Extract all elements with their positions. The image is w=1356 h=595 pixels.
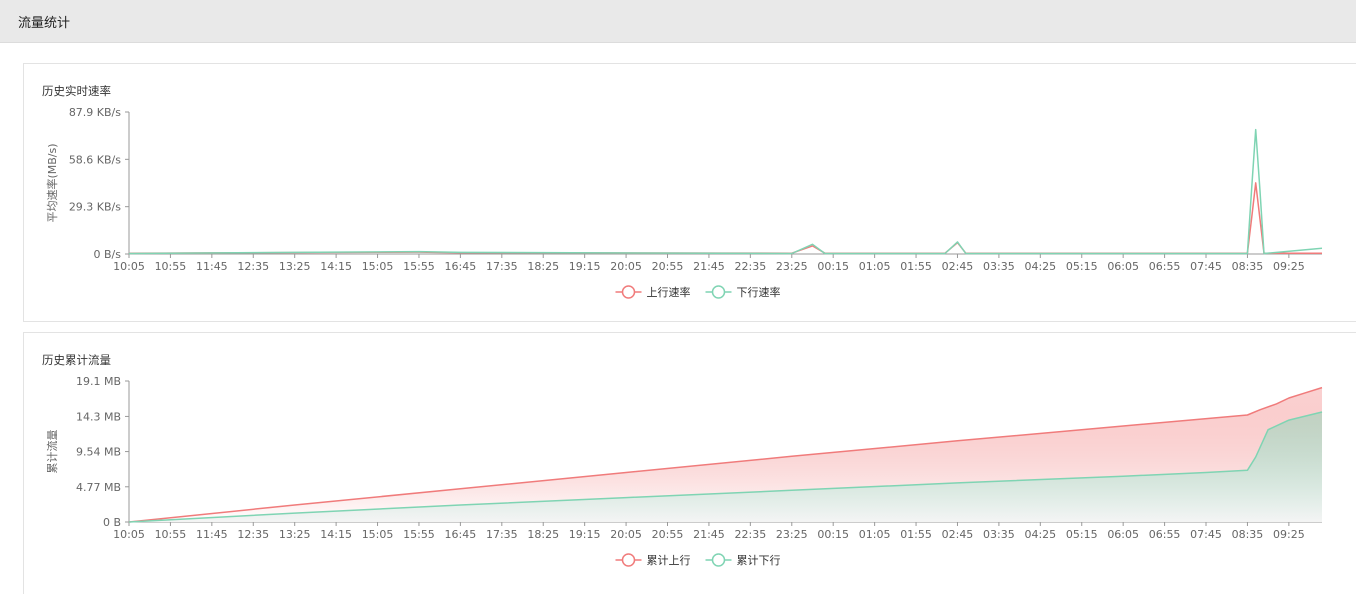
x-tick-label: 15:55 [403,528,435,541]
x-tick-label: 17:35 [486,528,518,541]
x-tick-label: 05:15 [1066,528,1098,541]
x-tick-label: 08:35 [1232,260,1264,273]
x-tick-label: 10:55 [155,260,187,273]
y-axis-label: 累计流量 [45,430,59,474]
cumulative-traffic-chart[interactable]: 0 B4.77 MB9.54 MB14.3 MB19.1 MB10:05 10:5… [24,333,1356,595]
x-tick-label: 18:25 [527,528,559,541]
x-tick-label: 01:55 [900,528,932,541]
x-tick-label: 13:25 [279,528,311,541]
legend-item-down[interactable]: 累计下行 [705,553,781,567]
x-tick-label: 22:35 [735,528,767,541]
x-tick-label: 06:55 [1149,528,1181,541]
x-tick-label: 11:45 [196,260,228,273]
x-tick-label: 20:55 [652,260,684,273]
x-tick-label: 10:05 [113,528,145,541]
x-tick-label: 13:25 [279,260,311,273]
svg-text:累计下行: 累计下行 [737,554,781,567]
x-tick-label: 04:25 [1024,528,1056,541]
x-tick-label: 11:45 [196,528,228,541]
x-tick-label: 04:25 [1024,260,1056,273]
series-line-up[interactable] [128,182,1322,254]
svg-text:上行速率: 上行速率 [647,285,691,299]
legend-item-up[interactable]: 累计上行 [615,553,691,567]
cumulative-traffic-panel: 历史累计流量 0 B 4.77 MB 9.54 MB 14.3 MB 19.1 MB 10… [23,332,1356,594]
x-tick-label: 20:05 [610,260,642,273]
y-tick-label: 29.3 KB/s [69,201,121,214]
x-tick-label: 06:05 [1107,528,1139,541]
x-tick-label: 08:35 [1232,528,1264,541]
x-tick-label: 23:25 [776,528,808,541]
x-tick-label: 06:55 [1149,260,1181,273]
x-tick-label: 00:15 [817,260,849,273]
x-tick-label: 18:25 [527,260,559,273]
realtime-speed-panel: 历史实时速率 0 B/s 29.3 KB/s 58.6 KB/s 87.9 KB/s 1… [23,63,1356,322]
x-tick-label: 23:25 [776,260,808,273]
y-tick-label: 87.9 KB/s [69,106,121,119]
x-tick-label: 03:35 [983,260,1015,273]
y-tick-label: 4.77 MB [76,481,121,494]
x-tick-label: 09:25 [1273,260,1305,273]
x-tick-label: 20:55 [652,528,684,541]
x-tick-label: 01:05 [859,260,891,273]
x-tick-label: 10:55 [155,528,187,541]
x-tick-label: 14:15 [320,528,352,541]
page-title: 流量统计 [18,16,71,31]
x-tick-label: 17:35 [486,260,518,273]
x-tick-label: 07:45 [1190,260,1222,273]
x-tick-label: 12:35 [237,528,269,541]
x-tick-label: 15:05 [362,528,394,541]
x-tick-label: 01:05 [859,528,891,541]
x-tick-label: 12:35 [237,260,269,273]
x-tick-label: 07:45 [1190,528,1222,541]
x-tick-label: 19:15 [569,260,601,273]
page-header: 流量统计 [0,0,1356,43]
series-line-down[interactable] [128,128,1323,255]
x-tick-label: 01:55 [900,260,932,273]
y-tick-label: 19.1 MB [76,375,121,388]
x-tick-label: 20:05 [610,528,642,541]
x-tick-label: 02:45 [942,528,974,541]
legend-item-up[interactable]: 上行速率 [615,285,691,299]
x-tick-label: 00:15 [817,528,849,541]
y-tick-label: 9.54 MB [76,446,121,459]
x-tick-label: 03:35 [983,528,1015,541]
x-tick-label: 16:45 [445,260,477,273]
svg-text:累计上行: 累计上行 [647,554,691,567]
x-tick-label: 14:15 [320,260,352,273]
y-axis-label: 平均速率(MB/s) [45,143,59,222]
y-tick-label: 14.3 MB [76,410,121,423]
x-tick-label: 09:25 [1273,528,1305,541]
x-tick-label: 16:45 [445,528,477,541]
x-tick-label: 15:05 [362,260,394,273]
x-tick-label: 22:35 [735,260,767,273]
x-tick-label: 05:15 [1066,260,1098,273]
svg-text:下行速率: 下行速率 [737,285,781,299]
x-tick-label: 10:05 [113,260,145,273]
realtime-speed-chart[interactable]: 0 B/s29.3 KB/s58.6 KB/s87.9 KB/s10:05 10:… [24,64,1356,323]
legend-item-down[interactable]: 下行速率 [705,285,781,299]
x-tick-label: 19:15 [569,528,601,541]
x-tick-label: 02:45 [942,260,974,273]
x-tick-label: 21:45 [693,260,725,273]
x-tick-label: 15:55 [403,260,435,273]
x-tick-label: 21:45 [693,528,725,541]
y-tick-label: 58.6 KB/s [69,153,121,166]
x-tick-label: 06:05 [1107,260,1139,273]
